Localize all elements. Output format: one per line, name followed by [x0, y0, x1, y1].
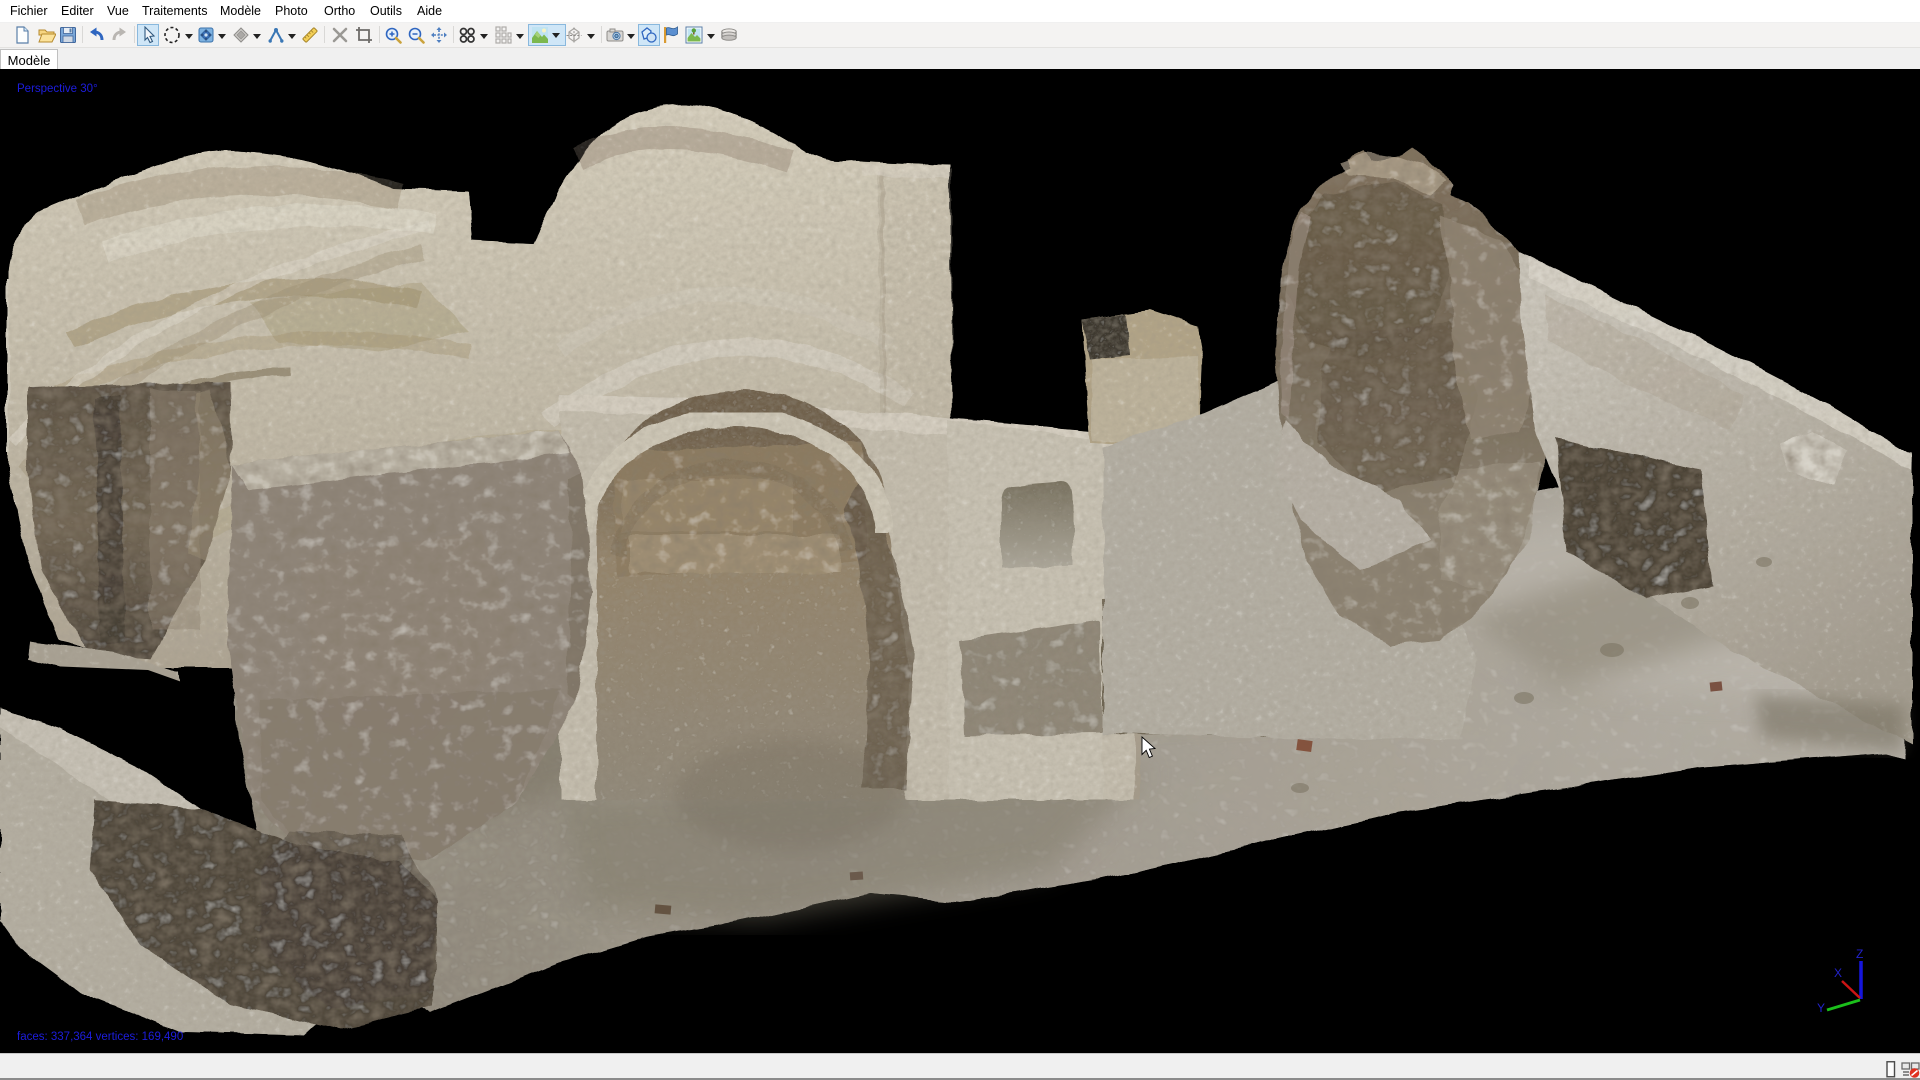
svg-text:Y: Y: [1817, 1001, 1825, 1015]
svg-text:faces: 337,364 vertices: 169,4: faces: 337,364 vertices: 169,490: [17, 1031, 183, 1043]
svg-text:X: X: [1834, 966, 1842, 980]
svg-text:Perspective 30°: Perspective 30°: [17, 83, 98, 95]
svg-text:Z: Z: [1856, 947, 1863, 961]
